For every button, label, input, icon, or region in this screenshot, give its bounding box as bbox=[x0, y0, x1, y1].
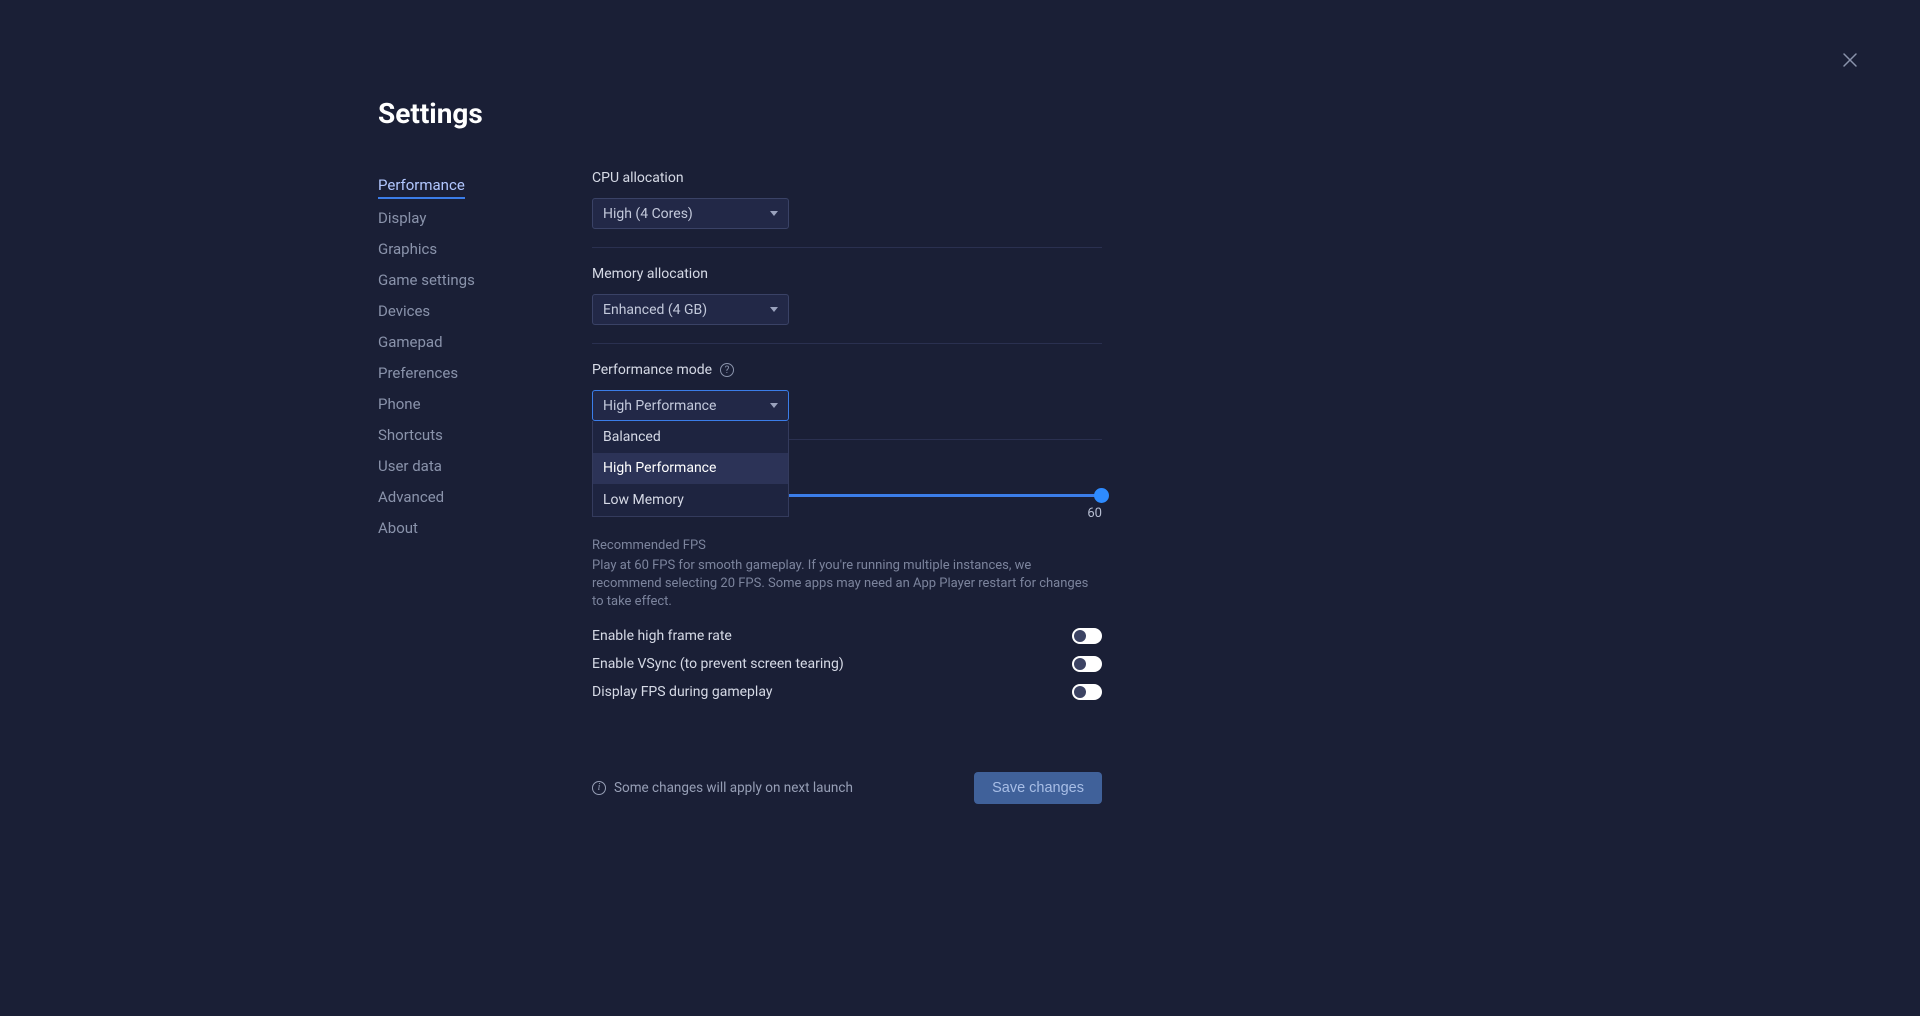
sidebar-item-game-settings[interactable]: Game settings bbox=[378, 265, 592, 296]
vsync-label: Enable VSync (to prevent screen tearing) bbox=[592, 656, 844, 672]
memory-allocation-value: Enhanced (4 GB) bbox=[603, 302, 707, 318]
settings-footer: i Some changes will apply on next launch… bbox=[592, 772, 1102, 804]
restart-notice: i Some changes will apply on next launch bbox=[592, 780, 853, 796]
performance-mode-select[interactable]: High Performance bbox=[592, 390, 789, 421]
display-fps-toggle[interactable] bbox=[1072, 684, 1102, 700]
info-icon: i bbox=[592, 781, 606, 795]
sidebar-item-shortcuts[interactable]: Shortcuts bbox=[378, 420, 592, 451]
performance-mode-value: High Performance bbox=[603, 398, 716, 414]
toggle-knob bbox=[1074, 658, 1086, 670]
sidebar-item-user-data[interactable]: User data bbox=[378, 451, 592, 482]
cpu-allocation-select[interactable]: High (4 Cores) bbox=[592, 198, 789, 229]
toggle-knob bbox=[1074, 686, 1086, 698]
sidebar-item-graphics[interactable]: Graphics bbox=[378, 234, 592, 265]
performance-mode-option-balanced[interactable]: Balanced bbox=[593, 421, 788, 453]
chevron-down-icon bbox=[770, 307, 778, 312]
sidebar-item-performance[interactable]: Performance bbox=[378, 170, 465, 199]
cpu-allocation-label: CPU allocation bbox=[592, 170, 1102, 186]
sidebar-item-devices[interactable]: Devices bbox=[378, 296, 592, 327]
performance-mode-section: Performance mode ? High Performance Bala… bbox=[592, 362, 1102, 440]
display-fps-label: Display FPS during gameplay bbox=[592, 684, 772, 700]
recommended-fps-description: Play at 60 FPS for smooth gameplay. If y… bbox=[592, 557, 1102, 612]
high-frame-rate-row: Enable high frame rate bbox=[592, 622, 1102, 650]
close-icon bbox=[1841, 51, 1859, 69]
sidebar-item-advanced[interactable]: Advanced bbox=[378, 482, 592, 513]
sidebar-item-gamepad[interactable]: Gamepad bbox=[378, 327, 592, 358]
chevron-down-icon bbox=[770, 403, 778, 408]
restart-notice-text: Some changes will apply on next launch bbox=[614, 780, 853, 796]
page-title: Settings bbox=[378, 97, 1920, 130]
sidebar-item-phone[interactable]: Phone bbox=[378, 389, 592, 420]
settings-dialog: Settings Performance Display Graphics Ga… bbox=[0, 0, 1920, 1016]
sidebar-item-display[interactable]: Display bbox=[378, 203, 592, 234]
vsync-row: Enable VSync (to prevent screen tearing) bbox=[592, 650, 1102, 678]
memory-allocation-select[interactable]: Enhanced (4 GB) bbox=[592, 294, 789, 325]
performance-mode-options: Balanced High Performance Low Memory bbox=[592, 421, 789, 517]
sidebar-item-about[interactable]: About bbox=[378, 513, 592, 544]
toggle-knob bbox=[1074, 630, 1086, 642]
help-icon[interactable]: ? bbox=[720, 363, 734, 377]
vsync-toggle[interactable] bbox=[1072, 656, 1102, 672]
close-button[interactable] bbox=[1838, 48, 1862, 72]
performance-mode-label: Performance mode ? bbox=[592, 362, 1102, 378]
cpu-section: CPU allocation High (4 Cores) bbox=[592, 170, 1102, 248]
settings-sidebar: Performance Display Graphics Game settin… bbox=[378, 170, 592, 804]
cpu-allocation-value: High (4 Cores) bbox=[603, 206, 693, 222]
recommended-fps-heading: Recommended FPS bbox=[592, 538, 1102, 553]
sidebar-item-preferences[interactable]: Preferences bbox=[378, 358, 592, 389]
performance-mode-option-high-performance[interactable]: High Performance bbox=[593, 453, 788, 485]
display-fps-row: Display FPS during gameplay bbox=[592, 678, 1102, 706]
high-frame-rate-toggle[interactable] bbox=[1072, 628, 1102, 644]
settings-main: CPU allocation High (4 Cores) Memory all… bbox=[592, 170, 1102, 804]
fps-slider-thumb[interactable] bbox=[1094, 488, 1109, 503]
chevron-down-icon bbox=[770, 211, 778, 216]
performance-mode-label-text: Performance mode bbox=[592, 362, 712, 378]
fps-section: 60 Recommended FPS Play at 60 FPS for sm… bbox=[592, 482, 1102, 724]
memory-section: Memory allocation Enhanced (4 GB) bbox=[592, 266, 1102, 344]
memory-allocation-label: Memory allocation bbox=[592, 266, 1102, 282]
save-changes-button[interactable]: Save changes bbox=[974, 772, 1102, 804]
high-frame-rate-label: Enable high frame rate bbox=[592, 628, 732, 644]
fps-slider-value: 60 bbox=[1087, 506, 1102, 521]
performance-mode-option-low-memory[interactable]: Low Memory bbox=[593, 484, 788, 516]
